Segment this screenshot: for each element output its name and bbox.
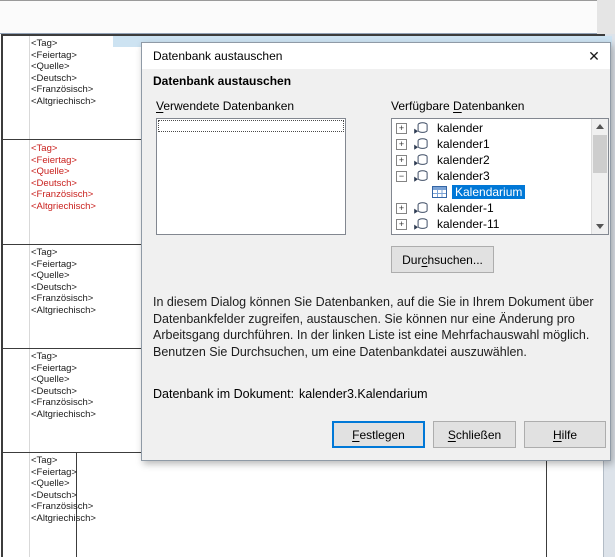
help-button[interactable]: Hilfe: [524, 421, 606, 448]
database-icon: [414, 202, 429, 215]
expand-icon[interactable]: +: [396, 203, 407, 214]
collapse-icon[interactable]: −: [396, 171, 407, 182]
tree-item-kalender2[interactable]: + kalender2: [392, 152, 591, 168]
mailmerge-field-block: <Tag> <Feiertag> <Quelle> <Deutsch> <Fra…: [31, 455, 96, 525]
tree-item-label: kalender1: [434, 137, 493, 151]
expand-icon[interactable]: +: [396, 123, 407, 134]
define-button[interactable]: Festlegen: [332, 421, 425, 448]
tree-item-kalender-1[interactable]: + kalender-1: [392, 200, 591, 216]
used-databases-label: Verwendete Datenbanken: [156, 99, 294, 113]
scrollbar-thumb[interactable]: [593, 135, 607, 173]
database-icon: [414, 122, 429, 135]
scroll-up-icon[interactable]: [592, 119, 608, 134]
tree-item-label: kalender: [434, 121, 486, 135]
scroll-down-icon[interactable]: [592, 219, 608, 234]
dialog-description: In diesem Dialog können Sie Datenbanken,…: [153, 294, 611, 360]
table-border-top: [1, 34, 605, 36]
app-toolbar-band: [0, 0, 615, 34]
dialog-titlebar[interactable]: Datenbank austauschen ✕: [142, 43, 610, 69]
mailmerge-field-block-red: <Tag> <Feiertag> <Quelle> <Deutsch> <Fra…: [31, 143, 96, 213]
table-column-guide: [29, 34, 30, 557]
tree-item-label: Kalendarium: [452, 185, 525, 199]
mailmerge-field-block: <Tag> <Feiertag> <Quelle> <Deutsch> <Fra…: [31, 351, 96, 421]
tree-item-label: kalender2: [434, 153, 493, 167]
mailmerge-field-block: <Tag> <Feiertag> <Quelle> <Deutsch> <Fra…: [31, 38, 96, 108]
toolbar-corner-block: [597, 0, 615, 34]
section-heading: Datenbank austauschen: [153, 74, 291, 88]
available-databases-tree[interactable]: + kalender + kalender1 + kalender2 − kalender3 K…: [391, 118, 609, 235]
expand-icon[interactable]: +: [396, 219, 407, 230]
browse-button[interactable]: Durchsuchen...: [391, 246, 494, 273]
tree-item-kalender3[interactable]: − kalender3: [392, 168, 591, 184]
screen: <Tag> <Feiertag> <Quelle> <Deutsch> <Fra…: [0, 0, 615, 557]
tree-scrollbar[interactable]: [591, 119, 608, 234]
tree-item-label: kalender-11: [434, 217, 502, 231]
close-button[interactable]: Schließen: [433, 421, 516, 448]
available-databases-label: Verfügbare Datenbanken: [391, 99, 524, 113]
listbox-focus-rect: [158, 120, 344, 132]
tree-item-kalender-11[interactable]: + kalender-11: [392, 216, 591, 232]
table-border-right: [546, 452, 547, 557]
exchange-database-dialog: Datenbank austauschen ✕ Datenbank austau…: [141, 42, 611, 461]
close-icon[interactable]: ✕: [578, 43, 610, 69]
table-icon: [432, 186, 447, 198]
used-databases-listbox[interactable]: [156, 118, 346, 235]
database-icon: [414, 218, 429, 231]
table-border-left: [1, 34, 3, 557]
database-icon: [414, 154, 429, 167]
mailmerge-field-block: <Tag> <Feiertag> <Quelle> <Deutsch> <Fra…: [31, 247, 96, 317]
tree-item-kalender[interactable]: + kalender: [392, 120, 591, 136]
expand-icon[interactable]: +: [396, 139, 407, 150]
database-in-document-label: Datenbank im Dokument:: [153, 387, 294, 401]
tree-item-kalendarium[interactable]: Kalendarium: [392, 184, 591, 200]
tree-item-label: kalender-1: [434, 201, 497, 215]
database-icon: [414, 170, 429, 183]
dialog-title: Datenbank austauschen: [153, 49, 282, 63]
database-icon: [414, 138, 429, 151]
expand-icon[interactable]: +: [396, 155, 407, 166]
tree-item-label: kalender3: [434, 169, 493, 183]
database-in-document-value: kalender3.Kalendarium: [299, 387, 428, 401]
tree-item-kalender1[interactable]: + kalender1: [392, 136, 591, 152]
